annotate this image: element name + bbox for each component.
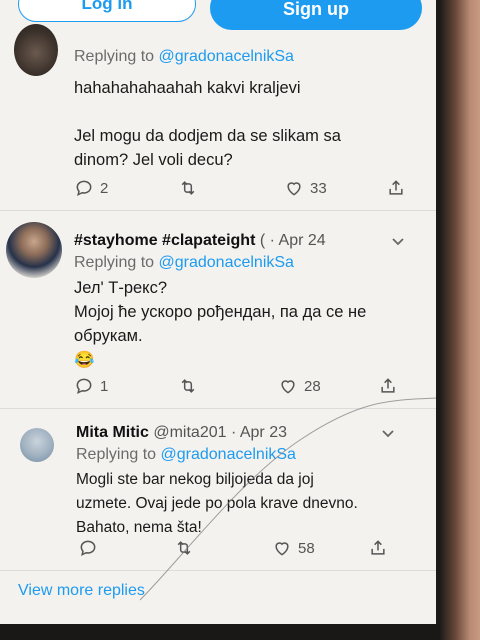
chevron-down-icon[interactable]: [390, 234, 406, 250]
tweet-meta: @mita201 · Apr 23: [153, 424, 287, 441]
replying-label: Replying to: [74, 254, 155, 271]
reply-button[interactable]: 1: [74, 376, 108, 396]
reply-button[interactable]: 2: [74, 178, 108, 198]
retweet-icon: [181, 181, 195, 195]
chevron-down-icon[interactable]: [380, 426, 396, 442]
reply-icon: [76, 378, 92, 395]
replying-handle-link[interactable]: @gradonacelnikSa: [161, 446, 296, 463]
user-name[interactable]: Mita Mitic: [76, 424, 149, 441]
tweet-actions: 58: [78, 538, 398, 562]
reply-count: 1: [100, 377, 109, 395]
share-button[interactable]: [386, 178, 406, 198]
tweet-line: Bahato, nema šta!: [76, 519, 202, 536]
retweet-icon: [177, 541, 191, 555]
tweet[interactable]: Mita Mitic @mita201 · Apr 23 Replying to…: [0, 410, 436, 571]
phone-bezel: [0, 624, 440, 640]
tweet-line: dinom? Jel voli decu?: [74, 151, 233, 169]
like-icon: [275, 542, 289, 556]
like-count: 28: [304, 377, 321, 395]
tweet-line: Јел' Т-рекс?: [74, 279, 167, 297]
tweet-line: Мојој ће ускоро рођендан, па да се не: [74, 303, 367, 321]
tweet-line: [74, 100, 341, 124]
tweet[interactable]: Replying to @gradonacelnikSa hahahahahaa…: [0, 24, 436, 211]
tweet-line: обрукам.: [74, 327, 143, 345]
replying-to: Replying to @gradonacelnikSa: [76, 446, 296, 464]
like-button[interactable]: 58: [272, 538, 315, 558]
phone-screen: Log in Sign up Replying to @gradonacelni…: [0, 0, 440, 624]
tweet-line: Jel mogu da dodjem da se slikam sa: [74, 127, 341, 145]
view-more-replies-link[interactable]: View more replies: [18, 582, 145, 600]
like-count: 58: [298, 539, 315, 557]
tweet-text: Mogli ste bar nekog biljojeda da joj uzm…: [76, 468, 358, 540]
auth-bar: Log in Sign up: [0, 0, 436, 30]
avatar[interactable]: [6, 222, 62, 278]
replying-label: Replying to: [74, 48, 155, 65]
replying-handle-link[interactable]: @gradonacelnikSa: [159, 48, 294, 65]
like-button[interactable]: 33: [284, 178, 327, 198]
tweet-header: #stayhome #clapateight ( · Apr 24: [74, 232, 326, 250]
tweet-line: uzmete. Ovaj jede po pola krave dnevno.: [76, 495, 358, 512]
avatar[interactable]: [14, 24, 58, 76]
replying-to: Replying to @gradonacelnikSa: [74, 254, 294, 272]
share-icon: [389, 180, 403, 195]
login-button[interactable]: Log in: [18, 0, 196, 22]
replying-to: Replying to @gradonacelnikSa: [74, 48, 294, 66]
replying-label: Replying to: [76, 446, 157, 463]
tweet-meta: ( · Apr 24: [259, 232, 326, 249]
tweet-line: Mogli ste bar nekog biljojeda da joj: [76, 471, 314, 488]
reply-icon: [76, 180, 92, 197]
reply-count: 2: [100, 179, 109, 197]
tweet-line: hahahahahaahah kakvi kraljevi: [74, 79, 301, 97]
tweet-actions: 1 28: [74, 376, 414, 400]
share-button[interactable]: [368, 538, 388, 558]
reply-icon: [80, 540, 96, 557]
retweet-button[interactable]: [178, 376, 198, 396]
user-name[interactable]: #stayhome #clapateight: [74, 232, 255, 249]
replying-handle-link[interactable]: @gradonacelnikSa: [159, 254, 294, 271]
tweet-line: 😂: [74, 351, 95, 369]
tweet-text: Јел' Т-рекс? Мојој ће ускоро рођендан, п…: [74, 276, 366, 372]
share-icon: [381, 378, 395, 393]
like-button[interactable]: 28: [278, 376, 321, 396]
retweet-button[interactable]: [174, 538, 194, 558]
share-icon: [371, 540, 385, 555]
signup-button[interactable]: Sign up: [210, 0, 422, 30]
avatar[interactable]: [20, 428, 54, 462]
tweet[interactable]: #stayhome #clapateight ( · Apr 24 Replyi…: [0, 212, 436, 409]
tweet-text: hahahahahaahah kakvi kraljevi Jel mogu d…: [74, 76, 341, 172]
like-icon: [281, 380, 295, 394]
like-count: 33: [310, 179, 327, 197]
retweet-icon: [181, 379, 195, 393]
tweet-header: Mita Mitic @mita201 · Apr 23: [76, 424, 287, 442]
share-button[interactable]: [378, 376, 398, 396]
like-icon: [287, 182, 301, 196]
finger-edge: [440, 0, 480, 640]
retweet-button[interactable]: [178, 178, 198, 198]
reply-button[interactable]: [78, 538, 104, 558]
tweet-actions: 2 33: [74, 178, 414, 202]
